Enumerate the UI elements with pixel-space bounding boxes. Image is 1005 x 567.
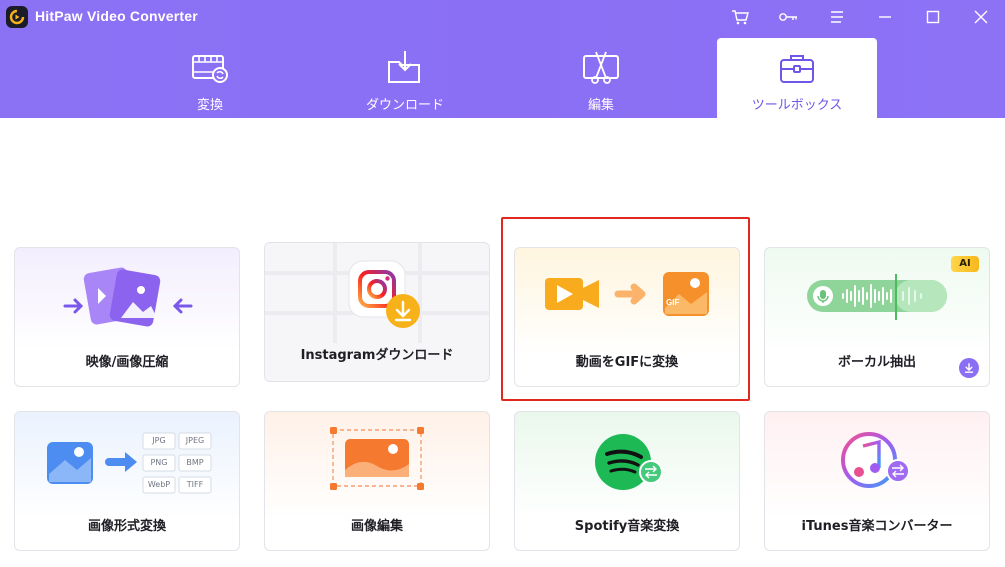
tool-label-vocal-extract: ボーカル抽出 — [837, 355, 916, 370]
format-webp: WebP — [147, 480, 171, 489]
tab-edit-label: 編集 — [587, 98, 614, 113]
tab-download-label: ダウンロード — [365, 98, 444, 113]
edit-scissors-icon — [583, 51, 619, 84]
format-png: PNG — [150, 458, 168, 467]
format-jpeg: JPEG — [185, 436, 205, 445]
tab-toolbox-label: ツールボックス — [751, 98, 843, 113]
close-icon[interactable] — [970, 6, 992, 28]
tab-edit[interactable]: 編集 — [541, 38, 661, 118]
maximize-icon[interactable] — [922, 6, 944, 28]
key-icon[interactable] — [777, 6, 799, 28]
tool-label-image-edit: 画像編集 — [350, 519, 403, 534]
toolbox-icon — [780, 55, 814, 83]
tool-label-spotify: Spotify音楽変換 — [574, 519, 680, 534]
app-window: HitPaw Video Converter 変換 ダウンロード 編集 ツールボ… — [0, 0, 1005, 567]
cart-icon[interactable] — [729, 6, 751, 28]
tool-card-vocal-extract[interactable]: AI ボーカル抽出 — [764, 247, 990, 387]
format-jpg: JPG — [152, 436, 166, 445]
compress-icon — [63, 267, 193, 327]
spotify-icon — [595, 434, 663, 490]
image-edit-icon — [330, 427, 424, 490]
download-badge-icon[interactable] — [959, 358, 979, 378]
tool-label-image-format: 画像形式変換 — [87, 519, 166, 534]
title-bar: HitPaw Video Converter — [0, 0, 1005, 34]
header-bar: HitPaw Video Converter 変換 ダウンロード 編集 ツールボ… — [0, 0, 1005, 118]
tool-card-image-edit[interactable]: 画像編集 — [264, 411, 490, 551]
tool-card-instagram[interactable]: Instagramダウンロード — [264, 242, 490, 382]
format-bmp: BMP — [186, 458, 204, 467]
app-title: HitPaw Video Converter — [35, 8, 198, 24]
itunes-icon — [841, 432, 910, 488]
tool-card-image-format[interactable]: JPG JPEG PNG BMP WebP TIFF 画像形式変換 — [14, 411, 240, 551]
tab-download[interactable]: ダウンロード — [345, 38, 465, 118]
ai-badge: AI — [951, 256, 979, 272]
tab-convert-label: 変換 — [196, 98, 223, 113]
download-folder-icon — [388, 51, 420, 83]
highlight-frame — [501, 217, 750, 401]
instagram-icon — [265, 243, 489, 343]
minimize-icon[interactable] — [874, 6, 896, 28]
format-tiff: TIFF — [186, 480, 204, 489]
tool-card-compress[interactable]: 映像/画像圧縮 — [14, 247, 240, 387]
tool-label-itunes: iTunes音楽コンバーター — [801, 519, 953, 534]
convert-film-icon — [192, 55, 228, 83]
app-logo-icon — [6, 6, 28, 28]
menu-icon[interactable] — [826, 6, 848, 28]
tool-card-itunes[interactable]: iTunes音楽コンバーター — [764, 411, 990, 551]
tool-label-instagram: Instagramダウンロード — [300, 348, 454, 363]
tab-convert[interactable]: 変換 — [150, 38, 270, 118]
tool-card-spotify[interactable]: Spotify音楽変換 — [514, 411, 740, 551]
tab-toolbox[interactable]: ツールボックス — [717, 38, 877, 118]
tool-label-compress: 映像/画像圧縮 — [85, 355, 169, 370]
